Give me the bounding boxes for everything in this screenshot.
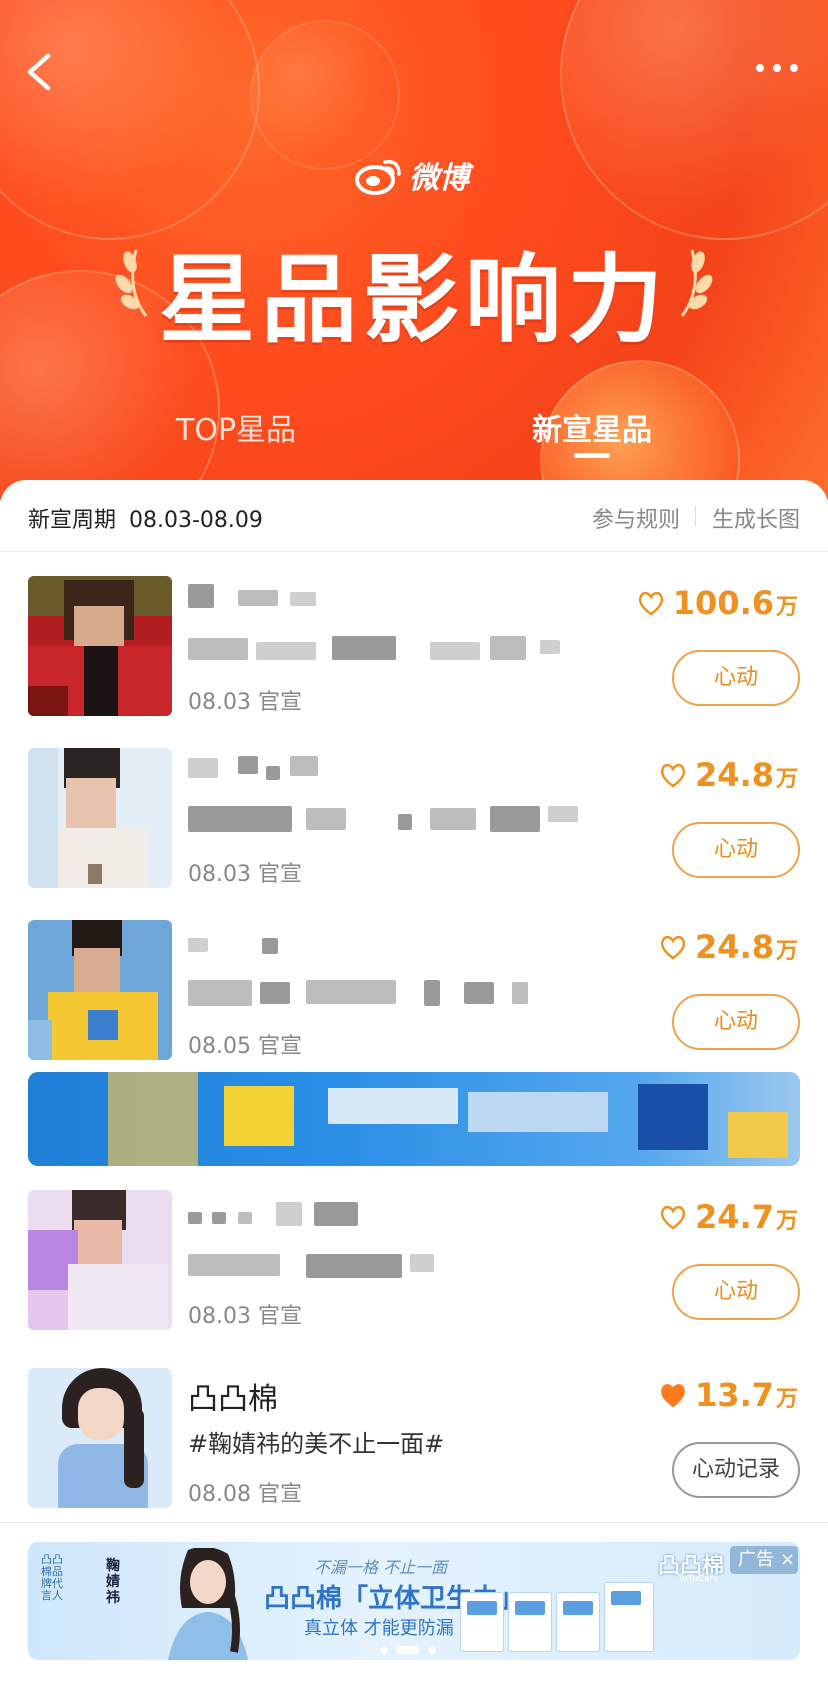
product-thumbnail [28, 920, 172, 1060]
generate-long-image-link[interactable]: 生成长图 [712, 502, 800, 534]
announce-date: 08.08 官宣 [188, 1482, 302, 1507]
announce-date: 08.03 官宣 [188, 690, 302, 715]
decorative-bubble [250, 20, 400, 170]
divider [695, 506, 696, 526]
announce-date: 08.03 官宣 [188, 862, 302, 887]
page-title: 星品影响力 [159, 244, 669, 356]
heart-record-button[interactable]: 心动记录 [672, 1442, 800, 1498]
like-unit: 万 [775, 1209, 798, 1234]
heart-button[interactable]: 心动 [672, 1264, 800, 1320]
product-pack-image [604, 1582, 654, 1652]
tab-top-products[interactable]: TOP星品 [176, 405, 296, 449]
ad-close-icon[interactable]: × [780, 1546, 795, 1574]
list-item[interactable]: 08.03 官宣 24.7 万 心动 [0, 1190, 828, 1350]
tab-bar: TOP星品 新宣星品 [0, 405, 828, 465]
like-unit: 万 [775, 595, 798, 620]
ad-endorser-label: 凸凸棉品牌代言人 [41, 1553, 63, 1602]
weibo-logo-icon [355, 160, 401, 195]
ad-subtitle: 真立体 才能更防漏 [304, 1618, 454, 1639]
ad-banner[interactable]: 凸凸棉品牌代言人 鞠婧祎 不漏一格 不止一面 凸凸棉「立体卫生巾」 真立体 才能… [28, 1542, 800, 1660]
period-bar: 新宣周期 08.03-08.09 参与规则 生成长图 [0, 480, 828, 552]
product-thumbnail [28, 576, 172, 716]
promo-banner[interactable] [28, 1072, 800, 1166]
active-tab-indicator [574, 453, 610, 458]
announce-date: 08.05 官宣 [188, 1034, 302, 1059]
product-thumbnail [28, 1190, 172, 1330]
heart-icon [638, 591, 663, 616]
heart-filled-icon [661, 1384, 685, 1408]
like-unit: 万 [775, 1387, 798, 1412]
heart-button[interactable]: 心动 [672, 994, 800, 1050]
ad-endorser-name: 鞠婧祎 [106, 1558, 120, 1606]
period-label: 新宣周期 [28, 508, 117, 533]
heart-icon [661, 1205, 686, 1230]
product-thumbnail [28, 748, 172, 888]
like-number: 100.6 [672, 584, 774, 622]
list-item[interactable]: 08.03 官宣 24.8 万 心动 [0, 748, 828, 908]
ad-model-image [168, 1548, 248, 1660]
carousel-dot [428, 1646, 436, 1654]
rules-link[interactable]: 参与规则 [592, 502, 680, 534]
product-tagline: #鞠婧祎的美不止一面# [188, 1430, 445, 1458]
carousel-dot [380, 1646, 388, 1654]
list-item[interactable]: 08.03 官宣 100.6 万 心动 [0, 576, 828, 736]
decorative-bubble [0, 0, 260, 240]
ad-slogan: 不漏一格 不止一面 [314, 1558, 448, 1577]
like-number: 24.7 [695, 1198, 774, 1236]
product-pack-image [556, 1592, 600, 1652]
heart-button[interactable]: 心动 [672, 650, 800, 706]
divider [0, 1522, 828, 1523]
list-item[interactable]: 凸凸棉 #鞠婧祎的美不止一面# 08.08 官宣 13.7 万 心动记录 [0, 1368, 828, 1528]
brand-name: 微博 [409, 161, 469, 196]
more-dots-icon [756, 64, 798, 72]
back-button[interactable] [20, 50, 60, 94]
like-count: 24.8 万 [659, 928, 798, 966]
period-info: 新宣周期 08.03-08.09 [28, 502, 263, 534]
more-button[interactable] [752, 52, 802, 92]
like-count: 24.8 万 [659, 756, 798, 794]
carousel-dot-active [396, 1646, 420, 1654]
decorative-bubble [560, 0, 828, 240]
ad-brand-sub: TuTuCare [678, 1574, 719, 1584]
heart-button[interactable]: 心动 [672, 822, 800, 878]
announce-date: 08.03 官宣 [188, 1304, 302, 1329]
like-count: 24.7 万 [659, 1198, 798, 1236]
like-number: 24.8 [695, 928, 774, 966]
product-pack-image [508, 1592, 552, 1652]
carousel-indicator [380, 1646, 436, 1654]
list-item[interactable]: 08.05 官宣 24.8 万 心动 [0, 920, 828, 1080]
product-pack-image [460, 1592, 504, 1652]
period-dates: 08.03-08.09 [129, 508, 263, 533]
product-thumbnail [28, 1368, 172, 1508]
weibo-logo: 微博 [355, 150, 469, 200]
like-count: 100.6 万 [637, 584, 798, 622]
like-number: 13.7 [695, 1376, 774, 1414]
like-unit: 万 [775, 767, 798, 792]
heart-icon [661, 935, 686, 960]
tab-new-products[interactable]: 新宣星品 [532, 405, 652, 449]
like-unit: 万 [775, 939, 798, 964]
back-arrow-icon [27, 53, 51, 91]
like-count: 13.7 万 [659, 1376, 798, 1414]
product-name: 凸凸棉 [188, 1382, 278, 1417]
like-number: 24.8 [695, 756, 774, 794]
heart-icon [661, 763, 686, 788]
